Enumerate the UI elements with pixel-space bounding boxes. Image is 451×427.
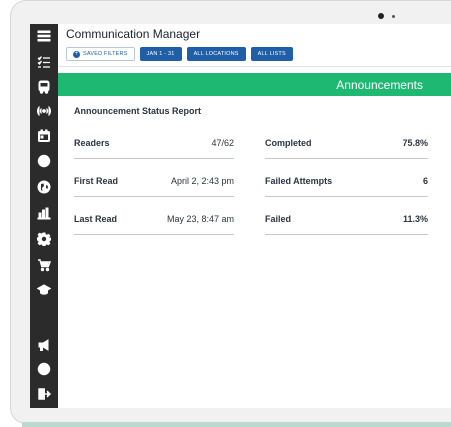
- main-content: Communication Manager + SAVED FILTERS JA…: [58, 24, 451, 408]
- stat-last-read: Last Read May 23, 8:47 am: [74, 203, 234, 235]
- graduation-cap-icon[interactable]: [35, 281, 53, 299]
- stat-completed: Completed 75.8%: [265, 127, 428, 159]
- camera: [378, 13, 384, 19]
- header-divider: [58, 66, 451, 67]
- device-bottom-strip: [22, 422, 451, 427]
- stat-failed: Failed 11.3%: [265, 203, 428, 235]
- stat-label: Readers: [74, 137, 110, 148]
- report-title: Announcement Status Report: [74, 106, 202, 116]
- stat-label: First Read: [74, 175, 119, 186]
- calendar-icon[interactable]: [35, 127, 53, 145]
- app-title: Communication Manager: [66, 27, 201, 41]
- stat-first-read: First Read April 2, 2:43 pm: [74, 165, 234, 197]
- bus-icon[interactable]: [35, 78, 53, 96]
- stat-label: Failed: [265, 213, 292, 224]
- stat-readers: Readers 47/62: [74, 127, 234, 159]
- plus-icon: +: [73, 50, 80, 58]
- lifebuoy-icon[interactable]: [35, 360, 53, 378]
- gear-icon[interactable]: [35, 230, 53, 248]
- menu-icon[interactable]: [35, 27, 53, 45]
- stat-label: Completed: [265, 137, 312, 148]
- broadcast-icon[interactable]: [35, 102, 53, 120]
- bar-chart-icon[interactable]: [35, 204, 53, 222]
- stat-value: 11.3%: [402, 213, 428, 224]
- stat-value: 47/62: [211, 137, 234, 148]
- stat-failed-attempts: Failed Attempts 6: [265, 165, 428, 197]
- filter-bar: + SAVED FILTERS JAN 1 - 31 ALL LOCATIONS…: [66, 47, 293, 61]
- stat-value: 6: [422, 175, 428, 186]
- lists-button[interactable]: ALL LISTS: [250, 47, 293, 61]
- saved-filters-button[interactable]: + SAVED FILTERS: [66, 47, 135, 61]
- stat-label: Last Read: [74, 213, 118, 224]
- clock-icon[interactable]: [35, 152, 53, 170]
- screen: Communication Manager + SAVED FILTERS JA…: [30, 24, 451, 408]
- megaphone-icon[interactable]: [35, 336, 53, 354]
- locations-button[interactable]: ALL LOCATIONS: [186, 47, 246, 61]
- cart-icon[interactable]: [35, 256, 53, 274]
- sensor: [392, 15, 395, 18]
- checklist-icon[interactable]: [35, 53, 53, 71]
- saved-filters-label: SAVED FILTERS: [83, 51, 128, 57]
- banner-title: Announcements: [336, 77, 423, 92]
- globe-icon[interactable]: [35, 178, 53, 196]
- stat-value: May 23, 8:47 am: [166, 213, 234, 224]
- section-banner: Announcements: [58, 73, 451, 96]
- stat-value: 75.8%: [402, 137, 428, 148]
- sidebar: [30, 24, 58, 408]
- stat-value: April 2, 2:43 pm: [170, 175, 234, 186]
- date-range-button[interactable]: JAN 1 - 31: [139, 47, 182, 61]
- logout-icon[interactable]: [35, 385, 53, 403]
- stat-label: Failed Attempts: [265, 175, 333, 186]
